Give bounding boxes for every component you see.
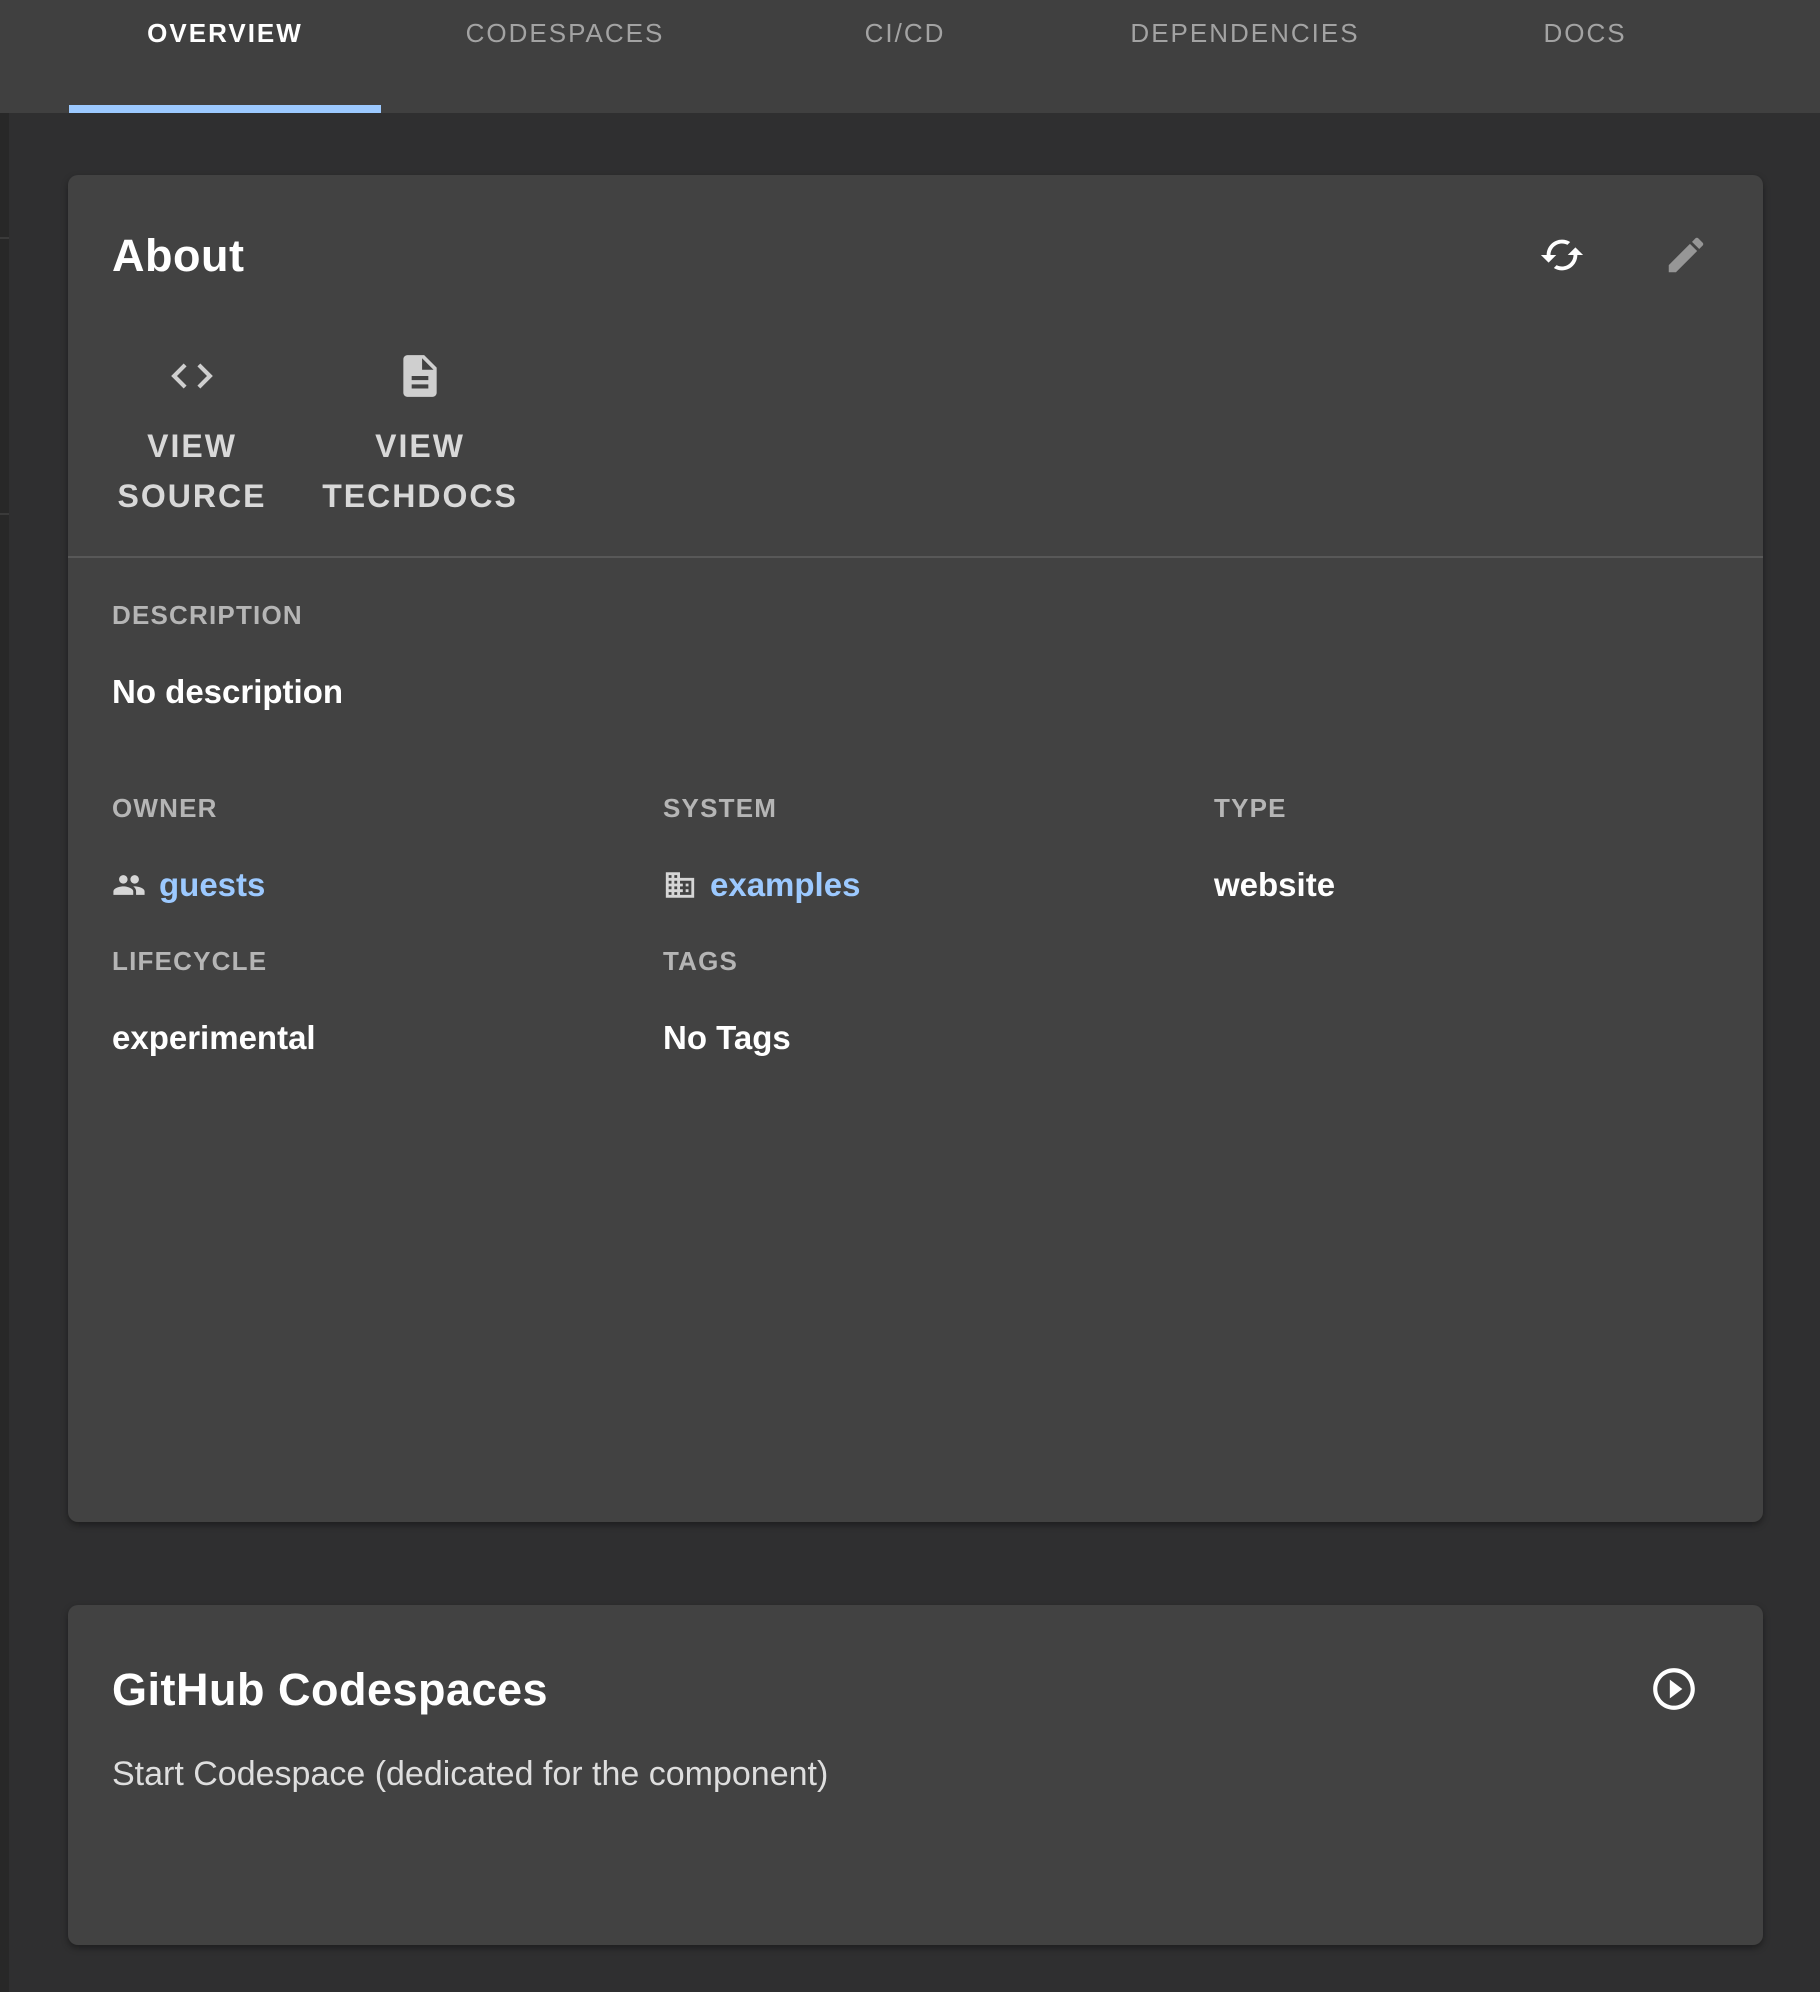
view-techdocs-link[interactable]: VIEW TECHDOCS — [272, 351, 568, 521]
tab-docs[interactable]: DOCS — [1415, 0, 1755, 113]
codespaces-card-header: GitHub Codespaces — [112, 1645, 1719, 1735]
play-circle-icon — [1649, 1664, 1699, 1717]
refresh-button[interactable] — [1517, 211, 1607, 301]
github-codespaces-card: GitHub Codespaces Start Codespace (dedic… — [68, 1605, 1763, 1945]
system-label: SYSTEM — [663, 793, 1214, 823]
field-tags: TAGS No Tags — [663, 946, 1214, 1058]
owner-link[interactable]: guests — [159, 865, 265, 905]
field-lifecycle: LIFECYCLE experimental — [112, 946, 663, 1058]
view-techdocs-label-line2: TECHDOCS — [322, 471, 518, 521]
codespaces-card-title: GitHub Codespaces — [112, 1664, 548, 1716]
tab-overview[interactable]: OVERVIEW — [55, 0, 395, 113]
tab-overview-label: OVERVIEW — [147, 18, 303, 113]
view-source-label-line1: VIEW — [147, 421, 237, 471]
left-strip-divider — [0, 237, 9, 239]
description-field: DESCRIPTION No description — [112, 600, 1719, 712]
tab-codespaces[interactable]: CODESPACES — [395, 0, 735, 113]
tab-cicd[interactable]: CI/CD — [735, 0, 1075, 113]
description-value: No description — [112, 672, 1719, 712]
type-label: TYPE — [1214, 793, 1719, 823]
about-card-actions — [1517, 211, 1731, 301]
tab-dependencies-label: DEPENDENCIES — [1130, 18, 1359, 113]
system-link[interactable]: examples — [710, 865, 860, 905]
code-icon — [167, 351, 217, 401]
lifecycle-value: experimental — [112, 1018, 663, 1058]
tab-codespaces-label: CODESPACES — [466, 18, 665, 113]
codespaces-subtitle: Start Codespace (dedicated for the compo… — [112, 1753, 1719, 1795]
view-source-label-line2: SOURCE — [118, 471, 267, 521]
owner-label: OWNER — [112, 793, 663, 823]
field-owner: OWNER guests — [112, 793, 663, 905]
about-card-divider — [68, 556, 1763, 558]
about-card-header: About — [112, 211, 1719, 301]
techdocs-document-icon — [395, 351, 445, 401]
description-label: DESCRIPTION — [112, 600, 1719, 630]
refresh-icon — [1539, 232, 1585, 281]
view-source-link[interactable]: VIEW SOURCE — [112, 351, 272, 521]
owner-value: guests — [112, 865, 663, 905]
domain-building-icon — [663, 868, 697, 902]
about-card: About VIEW SOURCE — [68, 175, 1763, 1522]
group-icon — [112, 868, 146, 902]
type-value: website — [1214, 865, 1719, 905]
entity-tab-bar: OVERVIEW CODESPACES CI/CD DEPENDENCIES D… — [0, 0, 1820, 113]
about-card-links: VIEW SOURCE VIEW TECHDOCS — [112, 351, 1719, 521]
edit-button[interactable] — [1641, 211, 1731, 301]
tab-docs-label: DOCS — [1543, 18, 1626, 113]
left-strip-divider — [0, 513, 9, 515]
active-tab-indicator — [69, 105, 381, 113]
tab-cicd-label: CI/CD — [865, 18, 946, 113]
field-system: SYSTEM examples — [663, 793, 1214, 905]
system-value: examples — [663, 865, 1214, 905]
tags-label: TAGS — [663, 946, 1214, 976]
about-fields-grid: OWNER guests SYSTEM examples T — [112, 793, 1719, 1058]
tags-value: No Tags — [663, 1018, 1214, 1058]
page-content: About VIEW SOURCE — [0, 113, 1820, 1992]
edit-pencil-icon — [1663, 232, 1709, 281]
about-card-title: About — [112, 230, 244, 282]
field-type: TYPE website — [1214, 793, 1719, 905]
start-codespace-button[interactable] — [1629, 1645, 1719, 1735]
left-edge-strip — [0, 113, 9, 1992]
view-techdocs-label-line1: VIEW — [375, 421, 465, 471]
lifecycle-label: LIFECYCLE — [112, 946, 663, 976]
tab-dependencies[interactable]: DEPENDENCIES — [1075, 0, 1415, 113]
